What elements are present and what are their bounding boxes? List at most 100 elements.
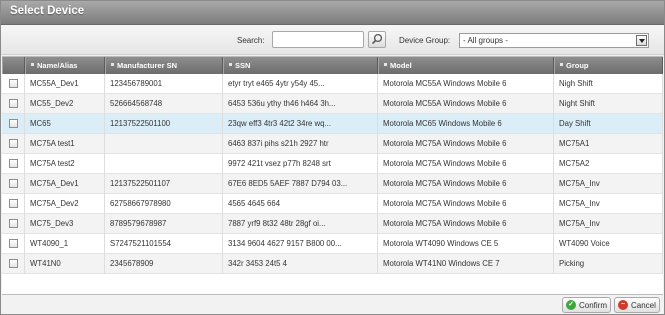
cell-manufacturer-sn: 12137522501107: [105, 174, 223, 194]
cell-name: MC75A test1: [25, 134, 105, 154]
search-input[interactable]: [272, 31, 364, 48]
dialog-footer: ✓ Confirm − Cancel: [1, 296, 664, 314]
table-row[interactable]: MC75A_Dev1 12137522501107 67E6 8ED5 5AEF 7…: [2, 174, 663, 194]
confirm-label: Confirm: [579, 301, 608, 310]
cell-group: Picking: [554, 254, 663, 274]
row-checkbox[interactable]: [9, 199, 18, 208]
table-row[interactable]: MC65 12137522501100 23qw eff3 4tr3 42t2 34…: [2, 114, 663, 134]
row-checkbox[interactable]: [9, 239, 18, 248]
cell-model: Motorola MC75A Windows Mobile 6: [378, 214, 554, 234]
column-header-name[interactable]: Name/Alias: [25, 57, 105, 74]
cell-select: [2, 194, 25, 214]
cell-select: [2, 154, 25, 174]
cell-group: MC75A_Inv: [554, 174, 663, 194]
cell-group: MC75A_Inv: [554, 214, 663, 234]
dropdown-button[interactable]: [636, 35, 647, 46]
row-checkbox[interactable]: [9, 179, 18, 188]
sort-icon: [111, 63, 114, 66]
table-row[interactable]: MC75A test1 6463 837i pihs s21h 2927 htr M…: [2, 134, 663, 154]
cell-name: WT41N0: [25, 254, 105, 274]
search-button[interactable]: [368, 31, 386, 48]
cell-select: [2, 134, 25, 154]
sort-icon: [384, 63, 387, 66]
sort-icon: [31, 63, 34, 66]
device-group-value: - All groups -: [463, 36, 508, 45]
cell-ssn: 3134 9604 4627 9157 B800 00...: [223, 234, 378, 254]
cell-ssn: 6463 837i pihs s21h 2927 htr: [223, 134, 378, 154]
dialog-titlebar[interactable]: Select Device: [1, 1, 664, 25]
magnifier-icon: [369, 33, 385, 49]
row-checkbox[interactable]: [9, 219, 18, 228]
cell-group: Day Shift: [554, 114, 663, 134]
table-row[interactable]: MC55_Dev2 526664568748 6453 536u ythy th46…: [2, 94, 663, 114]
row-checkbox[interactable]: [9, 119, 18, 128]
cell-name: MC75_Dev3: [25, 214, 105, 234]
cell-ssn: 6453 536u ythy th46 h464 3h...: [223, 94, 378, 114]
cell-group: MC75A2: [554, 154, 663, 174]
column-header-ssn[interactable]: SSN: [223, 57, 378, 74]
cell-select: [2, 94, 25, 114]
cell-ssn: 4565 4645 664: [223, 194, 378, 214]
table-row[interactable]: MC55A_Dev1 123456789001 etyr tryt e465 4yt…: [2, 74, 663, 94]
row-checkbox[interactable]: [9, 79, 18, 88]
select-all-column-header[interactable]: [2, 57, 25, 74]
column-header-manufacturer-sn[interactable]: Manufacturer SN: [105, 57, 223, 74]
cell-manufacturer-sn: [105, 154, 223, 174]
cell-manufacturer-sn: 8789579678987: [105, 214, 223, 234]
grid-header: Name/Alias Manufacturer SN SSN Model Gro…: [2, 57, 663, 74]
cell-model: Motorola WT4090 Windows CE 5: [378, 234, 554, 254]
cell-model: Motorola WT41N0 Windows CE 7: [378, 254, 554, 274]
cell-name: MC65: [25, 114, 105, 134]
confirm-button[interactable]: ✓ Confirm: [562, 297, 611, 313]
cell-name: MC75A_Dev1: [25, 174, 105, 194]
row-checkbox[interactable]: [9, 139, 18, 148]
cell-group: WT4090 Voice: [554, 234, 663, 254]
row-checkbox[interactable]: [9, 99, 18, 108]
cell-group: Nigh Shift: [554, 74, 663, 94]
select-device-dialog: Select Device Search: Device Group: - Al…: [0, 0, 665, 315]
cancel-button[interactable]: − Cancel: [614, 297, 660, 313]
cell-manufacturer-sn: 123456789001: [105, 74, 223, 94]
cell-model: Motorola MC75A Windows Mobile 6: [378, 134, 554, 154]
sort-icon: [229, 63, 232, 66]
cell-model: Motorola MC75A Windows Mobile 6: [378, 154, 554, 174]
cell-manufacturer-sn: 12137522501100: [105, 114, 223, 134]
device-group-label: Device Group:: [399, 36, 451, 45]
cell-name: WT4090_1: [25, 234, 105, 254]
cell-select: [2, 254, 25, 274]
cell-group: Night Shift: [554, 94, 663, 114]
dialog-title: Select Device: [10, 5, 85, 17]
cell-name: MC75A_Dev2: [25, 194, 105, 214]
cell-name: MC55A_Dev1: [25, 74, 105, 94]
cell-manufacturer-sn: S7247521101554: [105, 234, 223, 254]
cell-manufacturer-sn: [105, 134, 223, 154]
cell-select: [2, 114, 25, 134]
cell-ssn: 9972 421t vsez p77h 8248 srt: [223, 154, 378, 174]
check-circle-icon: ✓: [566, 300, 576, 310]
device-group-select[interactable]: - All groups -: [459, 33, 649, 48]
cell-model: Motorola MC55A Windows Mobile 6: [378, 94, 554, 114]
cell-ssn: 7887 yrf9 8t32 48tr 28gf oi...: [223, 214, 378, 234]
cell-select: [2, 74, 25, 94]
cell-select: [2, 174, 25, 194]
column-header-model[interactable]: Model: [378, 57, 554, 74]
table-row[interactable]: MC75_Dev3 8789579678987 7887 yrf9 8t32 48t…: [2, 214, 663, 234]
cell-ssn: 67E6 8ED5 5AEF 7887 D794 03...: [223, 174, 378, 194]
cancel-label: Cancel: [631, 301, 656, 310]
sort-icon: [560, 63, 563, 66]
cell-group: MC75A_Inv: [554, 194, 663, 214]
column-header-group[interactable]: Group: [554, 57, 663, 74]
cell-manufacturer-sn: 62758667978980: [105, 194, 223, 214]
cell-select: [2, 234, 25, 254]
table-row[interactable]: WT41N0 2345678909 342r 3453 24t5 4 Motorola…: [2, 254, 663, 274]
cell-model: Motorola MC75A Windows Mobile 6: [378, 174, 554, 194]
cell-model: Motorola MC55A Windows Mobile 6: [378, 74, 554, 94]
row-checkbox[interactable]: [9, 259, 18, 268]
filter-toolbar: Search: Device Group: - All groups -: [1, 25, 664, 55]
row-checkbox[interactable]: [9, 159, 18, 168]
table-row[interactable]: MC75A test2 9972 421t vsez p77h 8248 srt M…: [2, 154, 663, 174]
cell-ssn: 23qw eff3 4tr3 42t2 34re wq...: [223, 114, 378, 134]
table-row[interactable]: WT4090_1 S7247521101554 3134 9604 4627 915…: [2, 234, 663, 254]
search-label: Search:: [237, 36, 265, 45]
table-row[interactable]: MC75A_Dev2 62758667978980 4565 4645 664 Mot…: [2, 194, 663, 214]
